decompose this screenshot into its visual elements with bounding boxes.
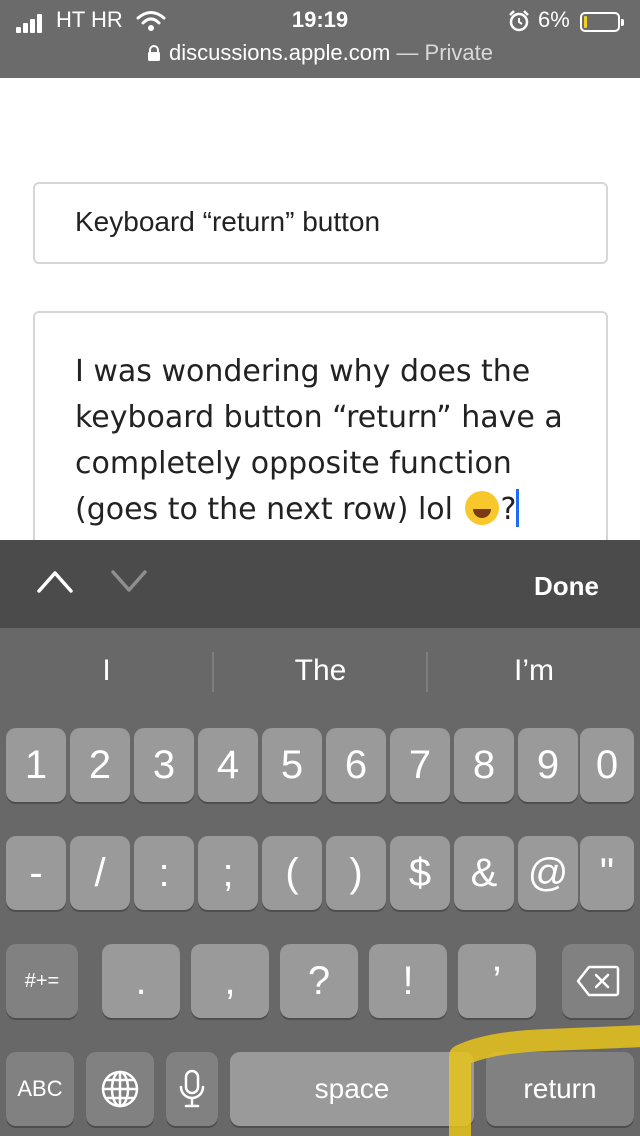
done-button[interactable]: Done [534, 571, 599, 602]
key-open-paren[interactable]: ( [262, 836, 322, 910]
key-9[interactable]: 9 [518, 728, 578, 802]
key-colon[interactable]: : [134, 836, 194, 910]
title-input-value: Keyboard “return” button [75, 206, 381, 237]
key-exclamation[interactable]: ! [369, 944, 447, 1018]
key-5[interactable]: 5 [262, 728, 322, 802]
body-textarea[interactable]: I was wondering why does the keyboard bu… [33, 311, 608, 571]
key-3[interactable]: 3 [134, 728, 194, 802]
private-mode-label: Private [424, 40, 494, 65]
lock-icon [147, 45, 160, 61]
microphone-key[interactable] [166, 1052, 218, 1126]
key-6[interactable]: 6 [326, 728, 386, 802]
space-key[interactable]: space [230, 1052, 474, 1126]
key-question[interactable]: ? [280, 944, 358, 1018]
globe-icon [101, 1070, 139, 1108]
globe-key[interactable] [86, 1052, 154, 1126]
key-close-paren[interactable]: ) [326, 836, 386, 910]
key-dollar[interactable]: $ [390, 836, 450, 910]
body-suffix: ? [500, 492, 517, 527]
body-textarea-value: I was wondering why does the keyboard bu… [75, 349, 575, 533]
key-ampersand[interactable]: & [454, 836, 514, 910]
key-hyphen[interactable]: - [6, 836, 66, 910]
key-comma[interactable]: , [191, 944, 269, 1018]
key-0[interactable]: 0 [580, 728, 634, 802]
key-4[interactable]: 4 [198, 728, 258, 802]
alarm-icon [509, 10, 529, 32]
key-slash[interactable]: / [70, 836, 130, 910]
address-domain: discussions.apple.com [168, 40, 391, 65]
key-8[interactable]: 8 [454, 728, 514, 802]
title-input[interactable]: Keyboard “return” button [33, 182, 608, 264]
battery-percent: 6% [538, 7, 570, 32]
text-caret [516, 489, 520, 527]
symbols-toggle-key[interactable]: #+= [6, 944, 78, 1018]
key-at[interactable]: @ [518, 836, 578, 910]
key-apostrophe[interactable]: ’ [458, 944, 536, 1018]
suggestion-3[interactable]: I’m [428, 645, 640, 697]
key-2[interactable]: 2 [70, 728, 130, 802]
address-bar[interactable]: discussions.apple.com — Private [0, 40, 640, 70]
key-period[interactable]: . [102, 944, 180, 1018]
microphone-icon [179, 1069, 205, 1108]
abc-key[interactable]: ABC [6, 1052, 74, 1126]
status-bar: HT HR 19:19 6% discussions.apple.com — P… [0, 0, 640, 78]
chevron-up-icon[interactable] [36, 568, 74, 594]
key-7[interactable]: 7 [390, 728, 450, 802]
suggestion-1[interactable]: I [0, 645, 213, 697]
chevron-down-icon[interactable] [110, 568, 148, 594]
key-semicolon[interactable]: ; [198, 836, 258, 910]
backspace-key[interactable] [562, 944, 634, 1018]
face-with-tears-of-joy-emoji [464, 491, 499, 525]
suggestion-2[interactable]: The [214, 645, 427, 697]
highlight-annotation [449, 1025, 640, 1136]
address-separator: — [390, 40, 425, 65]
battery-icon [580, 12, 624, 32]
backspace-icon [576, 965, 620, 997]
key-1[interactable]: 1 [6, 728, 66, 802]
key-quote[interactable]: " [580, 836, 634, 910]
